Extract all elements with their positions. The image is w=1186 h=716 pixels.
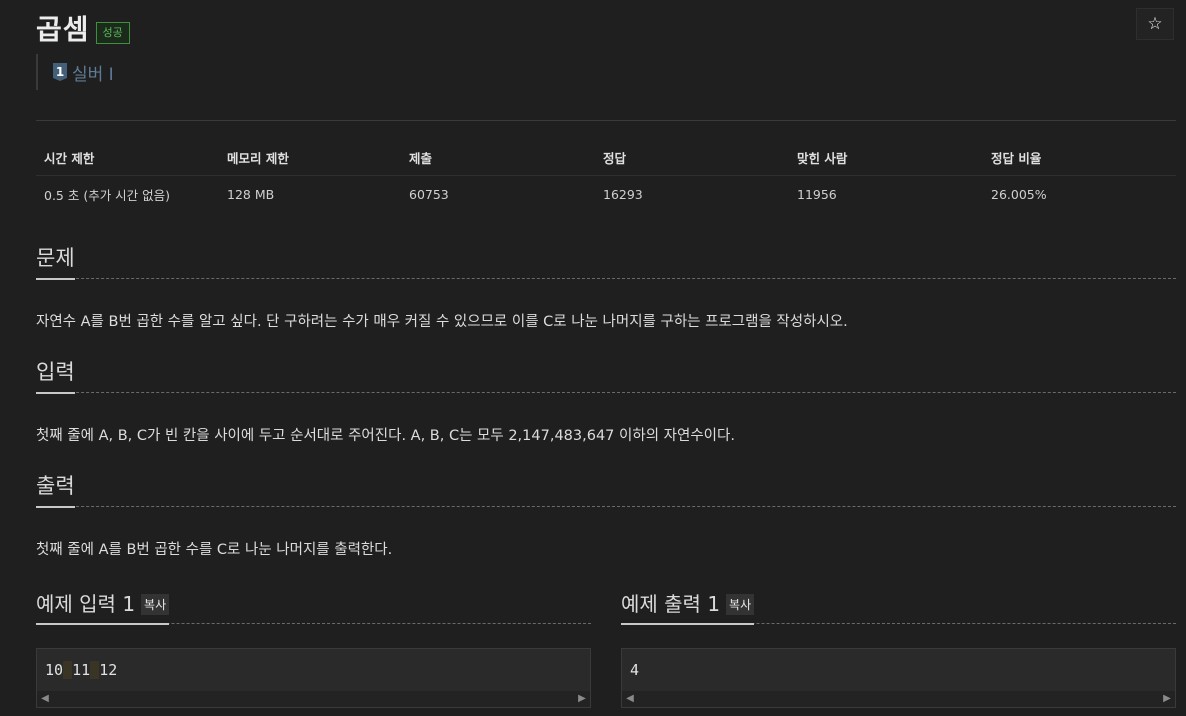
sample-input-box[interactable]: 10 11 12 ◀ ▶	[36, 648, 591, 708]
copy-sample-input-button[interactable]: 복사	[141, 594, 170, 615]
header-time-limit: 시간 제한	[44, 151, 95, 166]
memory-limit-value: 128 MB	[227, 186, 275, 202]
problem-page: 곱셈 성공 ☆ 1 실버 I 시간 제한 메모리 제한 제출 정답 맞힌 사람 …	[0, 0, 1186, 716]
input-section-header: 입력	[36, 356, 1176, 394]
problem-info-table: 시간 제한 메모리 제한 제출 정답 맞힌 사람 정답 비율 0.5 초 (추가…	[36, 140, 1176, 212]
title-row: 곱셈 성공	[36, 8, 130, 48]
sample-input-token: 11	[72, 661, 91, 679]
accepted-value[interactable]: 16293	[595, 187, 789, 202]
star-icon: ☆	[1147, 14, 1163, 34]
copy-sample-output-button[interactable]: 복사	[726, 594, 755, 615]
header-submissions: 제출	[409, 151, 433, 166]
time-limit-value: 0.5 초 (추가 시간 없음)	[44, 187, 171, 203]
output-text: 첫째 줄에 A를 B번 곱한 수를 C로 나눈 나머지를 출력한다.	[36, 542, 393, 558]
accept-ratio-value: 26.005%	[991, 186, 1047, 202]
input-heading: 입력	[36, 356, 75, 394]
output-heading: 출력	[36, 470, 75, 508]
header-accepted: 정답	[603, 151, 627, 166]
submissions-value[interactable]: 60753	[401, 187, 595, 202]
status-badge: 성공	[95, 22, 130, 44]
description-heading: 문제	[36, 242, 75, 280]
scroll-left-icon[interactable]: ◀	[39, 693, 51, 705]
horizontal-scrollbar[interactable]: ◀ ▶	[622, 691, 1175, 707]
sample-output-content: 4	[630, 661, 640, 679]
sample-input-token: 12	[99, 661, 118, 679]
header-solved-users: 맞힌 사람	[797, 151, 848, 166]
horizontal-scrollbar[interactable]: ◀ ▶	[37, 691, 590, 707]
table-header-row: 시간 제한 메모리 제한 제출 정답 맞힌 사람 정답 비율	[36, 140, 1176, 176]
solved-users-value[interactable]: 11956	[789, 187, 983, 202]
sample-output-heading: 예제 출력 1	[621, 592, 721, 616]
tier-label[interactable]: 실버 I	[72, 60, 114, 85]
tier-badge-icon: 1	[53, 63, 67, 81]
problem-title: 곱셈	[36, 13, 90, 46]
scroll-right-icon[interactable]: ▶	[1161, 693, 1173, 705]
description-text: 자연수 A를 B번 곱한 수를 알고 싶다. 단 구하려는 수가 매우 커질 수…	[36, 314, 848, 330]
header-accept-ratio: 정답 비율	[991, 151, 1042, 166]
sample-input-header: 예제 입력 1 복사	[36, 588, 591, 625]
table-row: 0.5 초 (추가 시간 없음) 128 MB 60753 16293 1195…	[36, 176, 1176, 212]
input-text: 첫째 줄에 A, B, C가 빈 칸을 사이에 두고 순서대로 주어진다. A,…	[36, 428, 735, 444]
sample-input-heading: 예제 입력 1	[36, 592, 136, 616]
divider	[36, 120, 1176, 121]
scroll-left-icon[interactable]: ◀	[624, 693, 636, 705]
sample-input-token: 10	[45, 661, 64, 679]
sample-output-header: 예제 출력 1 복사	[621, 588, 1176, 625]
sample-output-box[interactable]: 4 ◀ ▶	[621, 648, 1176, 708]
description-section-header: 문제	[36, 242, 1176, 280]
sample-input-content: 10 11 12	[45, 661, 117, 679]
tier-row: 1 실버 I	[36, 54, 114, 90]
tier-number: 1	[56, 65, 64, 79]
header-memory-limit: 메모리 제한	[227, 151, 289, 166]
output-section-header: 출력	[36, 470, 1176, 508]
favorite-button[interactable]: ☆	[1136, 8, 1174, 40]
scroll-right-icon[interactable]: ▶	[576, 693, 588, 705]
